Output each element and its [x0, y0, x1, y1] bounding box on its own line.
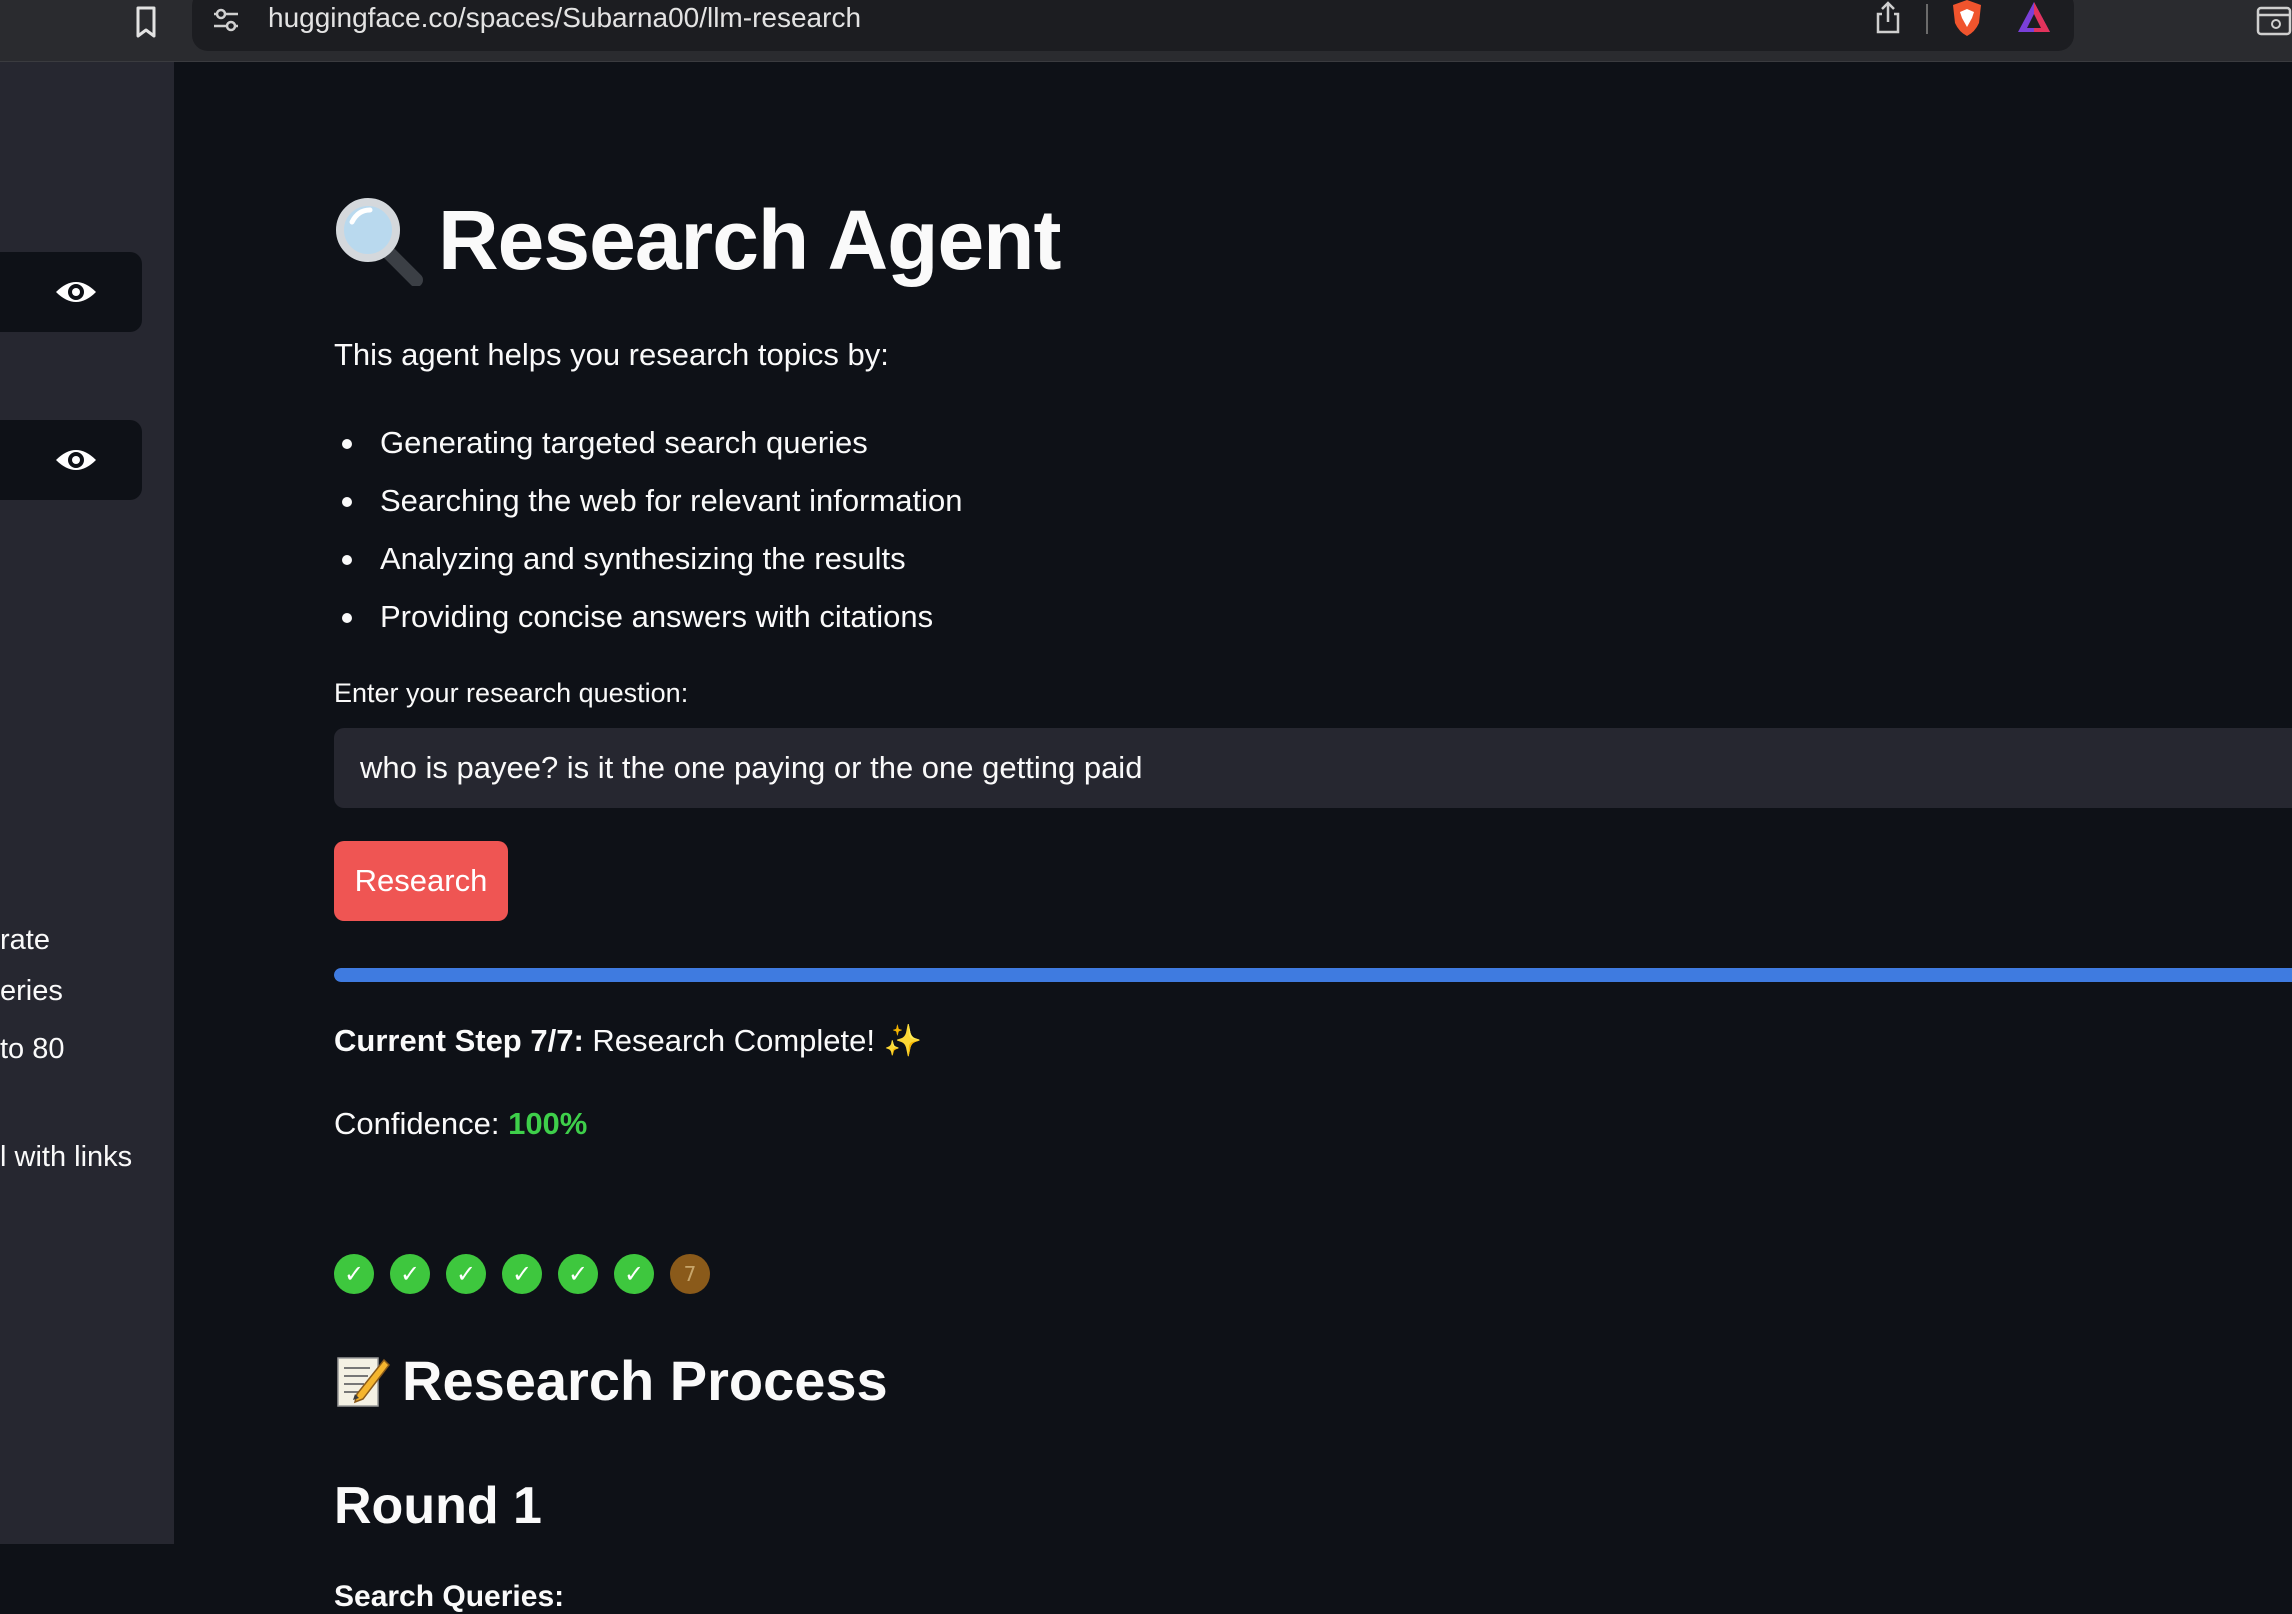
step-complete-icon: ✓: [558, 1254, 598, 1294]
address-bar[interactable]: huggingface.co/spaces/Subarna00/llm-rese…: [192, 0, 2074, 51]
round-heading: Round 1: [334, 1477, 542, 1535]
research-button[interactable]: Research: [334, 841, 508, 921]
url-text[interactable]: huggingface.co/spaces/Subarna00/llm-rese…: [268, 2, 861, 34]
eye-icon: [56, 282, 96, 302]
eye-icon: [56, 450, 96, 470]
memo-icon: [337, 1356, 390, 1407]
current-step: Current Step 7/7: Research Complete! ✨: [334, 1022, 922, 1059]
progress-bar: [334, 968, 2292, 982]
brave-rewards-icon[interactable]: [2014, 0, 2054, 36]
intro-text: This agent helps you research topics by:: [334, 337, 889, 372]
step-complete-icon: ✓: [502, 1254, 542, 1294]
step-complete-icon: ✓: [446, 1254, 486, 1294]
feature-list: Generating targeted search queries Searc…: [334, 414, 962, 646]
bookmark-icon[interactable]: [130, 4, 162, 40]
browser-toolbar: huggingface.co/spaces/Subarna00/llm-rese…: [0, 0, 2292, 62]
site-settings-icon[interactable]: [210, 4, 242, 36]
sidebar-text: eries: [0, 975, 63, 1007]
heading-text: Research Process: [402, 1349, 888, 1412]
step-complete-icon: ✓: [614, 1254, 654, 1294]
list-item: Searching the web for relevant informati…: [334, 472, 962, 530]
progress-fill: [334, 968, 2292, 982]
research-question-input[interactable]: [334, 728, 2292, 808]
magnifying-glass-icon: [336, 197, 423, 286]
step-complete-icon: ✓: [334, 1254, 374, 1294]
search-queries-heading: Search Queries:: [334, 1580, 565, 1613]
sidebar-text: l with links: [0, 1141, 133, 1173]
confidence: Confidence: 100%: [334, 1106, 587, 1142]
list-item: Providing concise answers with citations: [334, 588, 962, 646]
question-label: Enter your research question:: [334, 678, 689, 708]
step-pending-icon: 7: [670, 1254, 710, 1294]
confidence-label: Confidence:: [334, 1106, 500, 1141]
sidebar-text: rate: [0, 924, 50, 956]
step-complete-icon: ✓: [390, 1254, 430, 1294]
brave-shields-icon[interactable]: [1948, 0, 1986, 38]
step-text: Research Complete! ✨: [592, 1023, 923, 1058]
url-separator: [1926, 4, 1928, 34]
share-icon[interactable]: [1872, 0, 1904, 36]
list-item: Generating targeted search queries: [334, 414, 962, 472]
page-title: Research Agent: [334, 192, 1061, 289]
main-content: Research Agent This agent helps you rese…: [174, 62, 2292, 1613]
step-indicators: ✓ ✓ ✓ ✓ ✓ ✓ 7: [334, 1254, 726, 1294]
step-label: Current Step 7/7:: [334, 1023, 584, 1058]
sidebar-text: to 80: [0, 1033, 65, 1065]
password-visibility-toggle-2[interactable]: [0, 420, 142, 500]
confidence-value: 100%: [508, 1106, 588, 1141]
list-item: Analyzing and synthesizing the results: [334, 530, 962, 588]
password-visibility-toggle-1[interactable]: [0, 252, 142, 332]
research-process-heading: Research Process: [334, 1348, 888, 1413]
reader-mode-icon[interactable]: [2256, 2, 2292, 40]
sidebar: rate eries to 80 l with links: [0, 62, 174, 1544]
title-text: Research Agent: [438, 193, 1061, 287]
